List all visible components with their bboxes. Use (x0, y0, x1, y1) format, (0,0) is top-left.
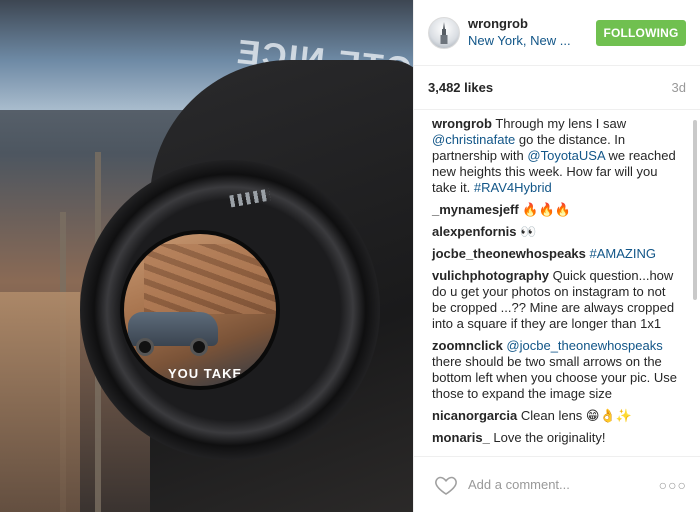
mention-link[interactable]: @christinafate (432, 132, 515, 147)
comment-text: Clean lens 😁👌✨ (517, 408, 632, 423)
comment-author-link[interactable]: wrongrob (432, 116, 492, 131)
location-link[interactable]: New York, New ... (468, 32, 596, 50)
mention-link[interactable]: @jocbe_theonewhospeaks (506, 338, 662, 353)
hashtag-link[interactable]: #RAV4Hybrid (474, 180, 552, 195)
post-time[interactable]: 3d (672, 80, 686, 95)
comment-item: jocbe_theonewhospeaks #AMAZING (432, 246, 683, 262)
post-header: wrongrob New York, New ... FOLLOWING (414, 0, 700, 66)
comment-author-link[interactable]: vulichphotography (432, 268, 549, 283)
following-button[interactable]: FOLLOWING (596, 19, 686, 46)
car-wheel (190, 338, 208, 356)
post-photo[interactable]: OTE NICE YOU TAKE (0, 0, 413, 512)
avatar[interactable] (428, 16, 460, 49)
comment-text: there should be two small arrows on the … (432, 354, 677, 401)
instagram-post: OTE NICE YOU TAKE wrongrob N (0, 0, 700, 512)
lens-view-text: YOU TAKE (168, 366, 243, 381)
hashtag-link[interactable]: #AMAZING (590, 246, 656, 261)
skyscraper-icon (440, 21, 448, 44)
comment-author-link[interactable]: alexpenfornis (432, 224, 517, 239)
comment-author-link[interactable]: jocbe_theonewhospeaks (432, 246, 586, 261)
add-comment-input[interactable] (468, 477, 659, 492)
comments-list[interactable]: wrongrob Through my lens I saw @christin… (414, 110, 700, 460)
comment-author-link[interactable]: monaris_ (432, 430, 490, 445)
comment-item: vulichphotography Quick question...how d… (432, 268, 683, 332)
comment-author-link[interactable]: zoomnclick (432, 338, 503, 353)
car-wheel (136, 338, 154, 356)
likes-count[interactable]: 3,482 likes (428, 80, 493, 95)
mention-link[interactable]: @ToyotaUSA (527, 148, 605, 163)
comment-text: Through my lens I saw (491, 116, 627, 131)
comment-item: zoomnclick @jocbe_theonewhospeaks there … (432, 338, 683, 402)
post-footer: ○○○ (414, 456, 700, 512)
comment-item: alexpenfornis 👀 (432, 224, 683, 240)
comment-item: wrongrob Through my lens I saw @christin… (432, 116, 683, 196)
comment-item: monaris_ Love the originality! (432, 430, 683, 446)
comment-author-link[interactable]: _mynamesjeff (432, 202, 519, 217)
comment-item: nicanorgarcia Clean lens 😁👌✨ (432, 408, 683, 424)
comment-text: 🔥🔥🔥 (518, 202, 571, 217)
background-building (0, 292, 80, 512)
comments-scrollbar[interactable] (693, 120, 697, 300)
comment-text: Love the originality! (489, 430, 606, 445)
heart-icon[interactable] (434, 473, 458, 497)
lens-view: YOU TAKE (120, 230, 280, 390)
comment-item: _mynamesjeff 🔥🔥🔥 (432, 202, 683, 218)
account-info: wrongrob New York, New ... (468, 16, 596, 50)
comment-author-link[interactable]: nicanorgarcia (432, 408, 517, 423)
more-options-icon[interactable]: ○○○ (659, 477, 687, 493)
comment-text: 👀 (516, 224, 537, 239)
post-details-panel: wrongrob New York, New ... FOLLOWING 3,4… (413, 0, 700, 512)
post-stats: 3,482 likes 3d (414, 66, 700, 110)
canyon-rock (144, 244, 276, 314)
username-link[interactable]: wrongrob (468, 16, 596, 32)
